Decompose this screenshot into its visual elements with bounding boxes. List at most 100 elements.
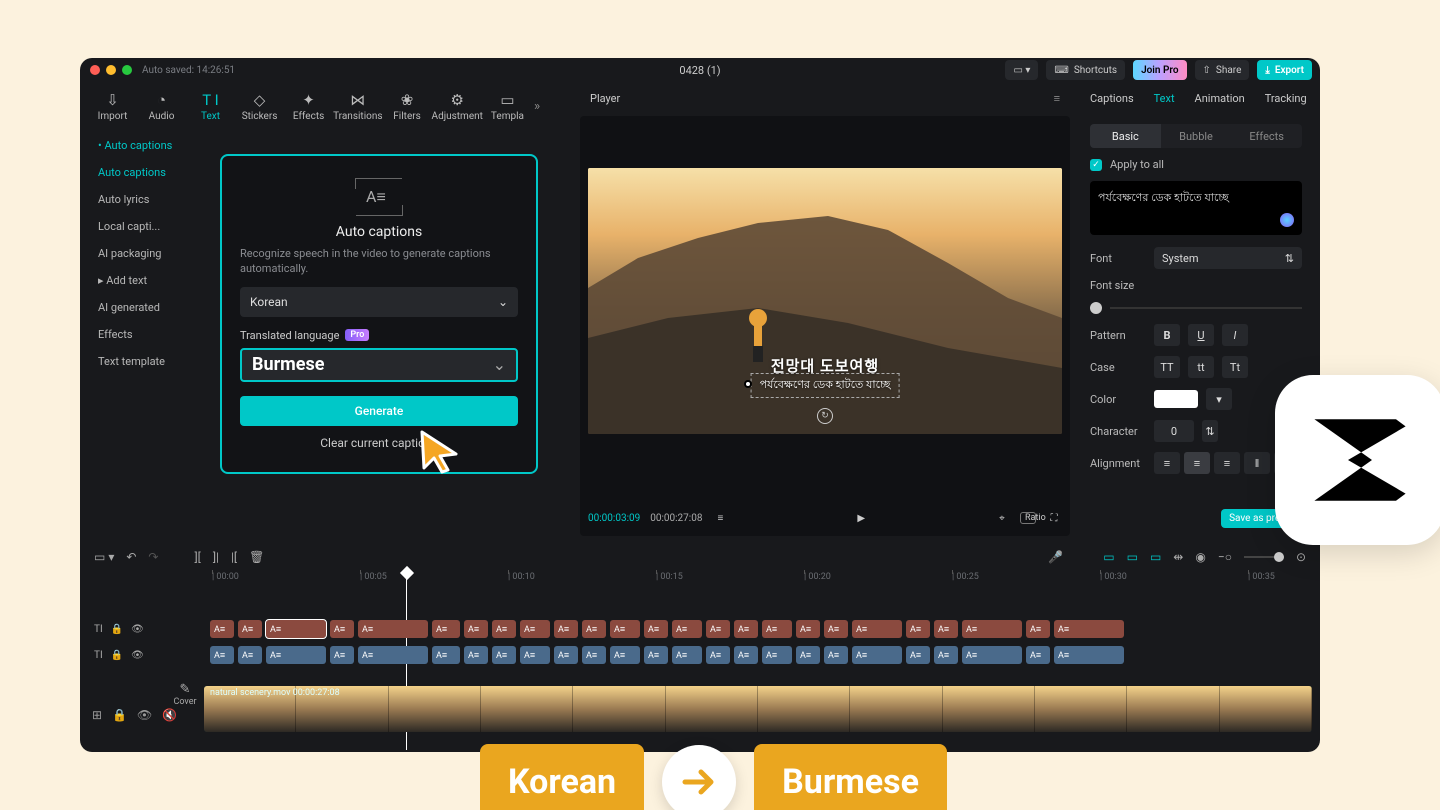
close-icon[interactable] — [90, 65, 100, 75]
sidebar-item[interactable]: ▸ Add text — [88, 267, 208, 294]
caption-clip[interactable]: A≡ — [796, 646, 820, 664]
sidebar-item[interactable]: Effects — [88, 321, 208, 348]
eye-icon[interactable]: 👁 — [131, 650, 144, 661]
window-controls[interactable] — [90, 65, 132, 75]
eye-icon[interactable]: 👁 — [131, 624, 144, 635]
split-left-icon[interactable]: ]| — [213, 550, 219, 564]
caption-clip[interactable]: A≡ — [210, 620, 234, 638]
inspector-tab-animation[interactable]: Animation — [1195, 92, 1245, 105]
caption-clip[interactable]: A≡ — [432, 620, 460, 638]
sidebar-item[interactable]: Auto lyrics — [88, 186, 208, 213]
translated-language-select[interactable]: Burmese ⌄ — [240, 348, 518, 382]
tool-transitions[interactable]: ⋈Transitions — [333, 91, 382, 122]
sidebar-item[interactable]: Text template — [88, 348, 208, 375]
caption-clip[interactable]: A≡ — [554, 646, 578, 664]
lock-icon[interactable]: 🔒 — [112, 708, 127, 722]
timeline-ruler[interactable]: | 00:00| 00:05| 00:10| 00:15| 00:20| 00:… — [212, 572, 1312, 590]
tool-adjustment[interactable]: ⚙Adjustment — [432, 91, 483, 122]
caption-clip[interactable]: A≡ — [852, 646, 902, 664]
play-icon[interactable]: ▶ — [853, 513, 869, 524]
caption-clip[interactable]: A≡ — [906, 646, 930, 664]
caption-clip[interactable]: A≡ — [432, 646, 460, 664]
zoom-slider[interactable] — [1244, 556, 1284, 558]
fit-icon[interactable]: ⌖ — [994, 513, 1010, 524]
lock-icon[interactable]: 🔒 — [111, 650, 123, 661]
caption-clip[interactable]: A≡ — [610, 620, 640, 638]
maximize-icon[interactable] — [122, 65, 132, 75]
generate-button[interactable]: Generate — [240, 396, 518, 426]
color-picker-button[interactable]: ▾ — [1206, 388, 1232, 410]
tool-stickers[interactable]: ◇Stickers — [235, 91, 284, 122]
magnet-2-icon[interactable]: ▭ — [1127, 550, 1138, 564]
shortcuts-button[interactable]: ⌨ Shortcuts — [1046, 60, 1125, 80]
caption-clip[interactable]: A≡ — [934, 646, 958, 664]
caption-secondary[interactable]: পর্যবেক্ষণের ডেক হাটতে যাচ্ছে — [751, 373, 900, 398]
minimize-icon[interactable] — [106, 65, 116, 75]
case-title-button[interactable]: Tt — [1222, 356, 1248, 378]
color-swatch[interactable] — [1154, 390, 1198, 408]
tool-filters[interactable]: ❀Filters — [383, 91, 432, 122]
seg-effects[interactable]: Effects — [1231, 124, 1302, 148]
caption-clip[interactable]: A≡ — [672, 646, 702, 664]
delete-icon[interactable]: 🗑 — [249, 550, 264, 564]
lock-icon[interactable]: 🔒 — [111, 624, 123, 635]
share-button[interactable]: ⇧ Share — [1195, 60, 1250, 80]
ai-icon[interactable] — [1280, 213, 1294, 227]
mic-icon[interactable]: 🎤 — [1048, 550, 1063, 564]
join-pro-button[interactable]: Join Pro — [1133, 60, 1186, 80]
align-left-button[interactable]: ≡ — [1154, 452, 1180, 474]
caption-clip[interactable]: A≡ — [1026, 620, 1050, 638]
align-center-button[interactable]: ≡ — [1184, 452, 1210, 474]
caption-clip[interactable]: A≡ — [238, 620, 262, 638]
case-upper-button[interactable]: TT — [1154, 356, 1180, 378]
caption-clip[interactable]: A≡ — [762, 646, 792, 664]
font-select[interactable]: System⇅ — [1154, 247, 1302, 269]
seg-bubble[interactable]: Bubble — [1161, 124, 1232, 148]
caption-clip[interactable]: A≡ — [492, 620, 516, 638]
rotate-handle-icon[interactable]: ↻ — [817, 408, 833, 424]
tool-import[interactable]: ⇩Import — [88, 91, 137, 122]
caption-clip[interactable]: A≡ — [672, 620, 702, 638]
align-right-button[interactable]: ≡ — [1214, 452, 1240, 474]
video-viewport[interactable]: 전망대 도보여행 পর্যবেক্ষণের ডেক হাটতে যাচ্ছে ↻ — [588, 168, 1062, 434]
split-icon[interactable]: ][ — [194, 550, 200, 564]
caption-clip[interactable]: A≡ — [1054, 620, 1124, 638]
list-icon[interactable]: ≡ — [712, 513, 728, 524]
caption-handle-icon[interactable] — [744, 380, 752, 388]
preview-icon[interactable]: ◉ — [1195, 550, 1205, 564]
tool-effects[interactable]: ✦Effects — [284, 91, 333, 122]
pointer-tool-icon[interactable]: ▭ ▾ — [94, 550, 114, 564]
caption-clip[interactable]: A≡ — [734, 620, 758, 638]
caption-clip[interactable]: A≡ — [934, 620, 958, 638]
export-button[interactable]: ⤓ Export — [1257, 60, 1312, 80]
aspect-ratio-button[interactable]: ▭ ▾ — [1005, 60, 1038, 80]
caption-clip[interactable]: A≡ — [520, 646, 550, 664]
italic-button[interactable]: I — [1222, 324, 1248, 346]
zoom-out-icon[interactable]: −○ — [1218, 550, 1232, 564]
align-vtop-button[interactable]: ‖ — [1244, 452, 1270, 474]
caption-clip[interactable]: A≡ — [554, 620, 578, 638]
magnet-1-icon[interactable]: ▭ — [1103, 550, 1114, 564]
caption-clip[interactable]: A≡ — [706, 646, 730, 664]
caption-clip[interactable]: A≡ — [1054, 646, 1124, 664]
fullscreen-icon[interactable]: ⛶ — [1046, 513, 1062, 524]
caption-clip[interactable]: A≡ — [266, 646, 326, 664]
stepper-icon[interactable]: ⇅ — [1202, 420, 1218, 442]
ratio-button[interactable]: Ratio — [1020, 512, 1036, 524]
caption-clip[interactable]: A≡ — [734, 646, 758, 664]
bold-button[interactable]: B — [1154, 324, 1180, 346]
tool-audio[interactable]: ◔Audio — [137, 91, 186, 122]
sidebar-item[interactable]: AI generated — [88, 294, 208, 321]
case-lower-button[interactable]: tt — [1188, 356, 1214, 378]
caption-clip[interactable]: A≡ — [962, 620, 1022, 638]
caption-clip[interactable]: A≡ — [238, 646, 262, 664]
sidebar-item[interactable]: AI packaging — [88, 240, 208, 267]
character-spacing-input[interactable]: 0 — [1154, 420, 1194, 442]
slider-thumb-icon[interactable] — [1090, 302, 1102, 314]
magnet-3-icon[interactable]: ▭ — [1150, 550, 1161, 564]
track-header-captions-2[interactable]: TI🔒👁 — [88, 650, 204, 661]
caption-clip[interactable]: A≡ — [852, 620, 902, 638]
inspector-tab-tracking[interactable]: Tracking — [1265, 92, 1307, 105]
caption-clip[interactable]: A≡ — [644, 620, 668, 638]
sidebar-item[interactable]: Local capti... — [88, 213, 208, 240]
